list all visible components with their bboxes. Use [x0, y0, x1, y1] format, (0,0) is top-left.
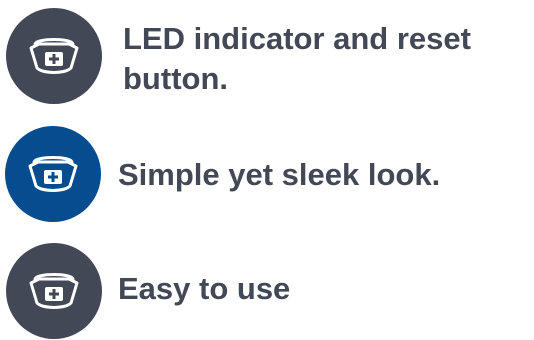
feature-item-led-indicator: LED indicator and reset button.: [0, 0, 534, 112]
nurse-cap-icon: [28, 156, 78, 192]
feature-text-line-2: button.: [123, 61, 229, 96]
feature-item-sleek-look: Simple yet sleek look.: [0, 124, 534, 224]
feature-text: Easy to use: [118, 271, 291, 306]
feature-item-easy-to-use: Easy to use: [0, 240, 534, 340]
feature-badge: [6, 243, 102, 339]
nurse-cap-icon: [29, 273, 79, 309]
nurse-cap-icon: [29, 38, 79, 74]
feature-badge: [5, 126, 101, 222]
feature-text: LED indicator and reset button.: [123, 19, 471, 99]
feature-text-line-1: LED indicator and reset: [123, 21, 471, 56]
feature-badge: [6, 8, 102, 104]
feature-text: Simple yet sleek look.: [118, 157, 441, 192]
